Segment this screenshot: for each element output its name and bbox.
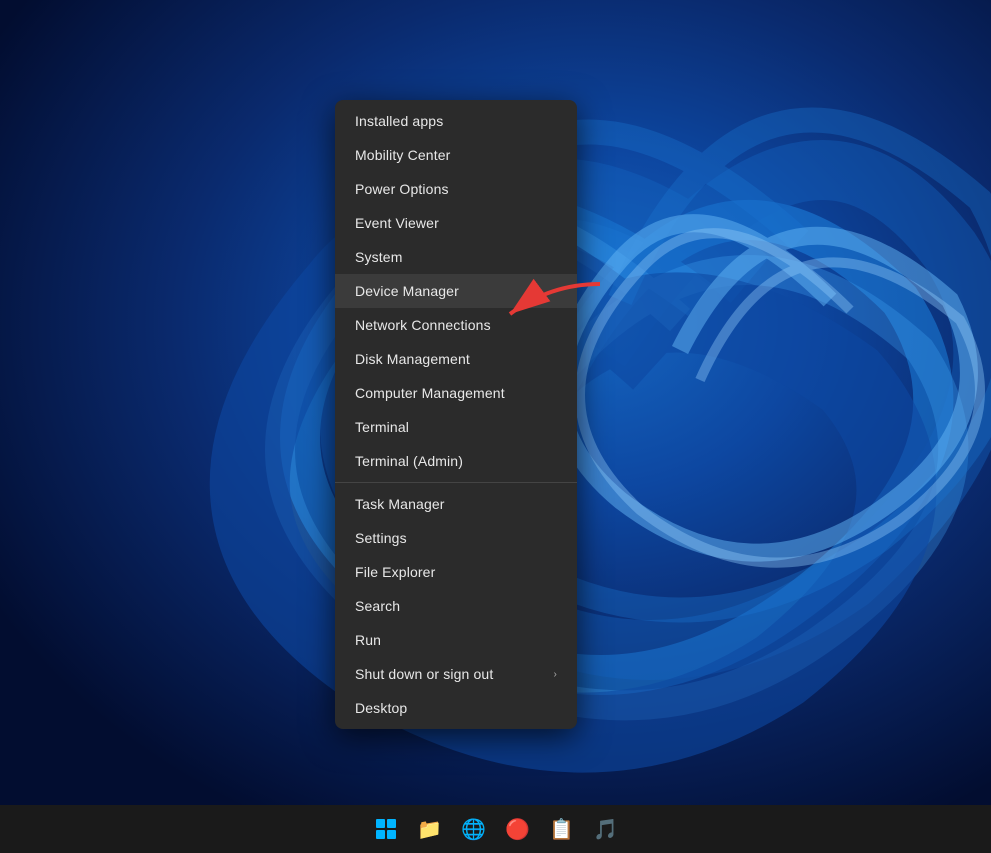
menu-item-label-file-explorer: File Explorer bbox=[355, 564, 435, 580]
menu-item-desktop[interactable]: Desktop bbox=[335, 691, 577, 725]
menu-item-label-device-manager: Device Manager bbox=[355, 283, 459, 299]
menu-item-label-computer-management: Computer Management bbox=[355, 385, 505, 401]
menu-item-label-system: System bbox=[355, 249, 403, 265]
menu-item-label-shut-down: Shut down or sign out bbox=[355, 666, 493, 682]
menu-item-terminal[interactable]: Terminal bbox=[335, 410, 577, 444]
teams-icon[interactable]: 📋 bbox=[544, 811, 580, 847]
chevron-right-icon: › bbox=[554, 669, 557, 680]
spotify-icon[interactable]: 🎵 bbox=[588, 811, 624, 847]
menu-item-label-disk-management: Disk Management bbox=[355, 351, 470, 367]
menu-item-network-connections[interactable]: Network Connections bbox=[335, 308, 577, 342]
windows-logo-icon bbox=[376, 819, 396, 839]
chrome-icon[interactable]: 🌐 bbox=[456, 811, 492, 847]
menu-item-label-installed-apps: Installed apps bbox=[355, 113, 443, 129]
taskbar: 📁🌐🔴📋🎵 bbox=[0, 805, 991, 853]
menu-item-settings[interactable]: Settings bbox=[335, 521, 577, 555]
menu-item-label-power-options: Power Options bbox=[355, 181, 449, 197]
menu-item-label-task-manager: Task Manager bbox=[355, 496, 445, 512]
menu-item-power-options[interactable]: Power Options bbox=[335, 172, 577, 206]
menu-item-shut-down[interactable]: Shut down or sign out › bbox=[335, 657, 577, 691]
menu-item-installed-apps[interactable]: Installed apps bbox=[335, 104, 577, 138]
context-menu: Installed apps Mobility Center Power Optio… bbox=[335, 100, 577, 729]
menu-item-run[interactable]: Run bbox=[335, 623, 577, 657]
menu-item-terminal-admin[interactable]: Terminal (Admin) bbox=[335, 444, 577, 478]
menu-item-label-terminal-admin: Terminal (Admin) bbox=[355, 453, 463, 469]
menu-item-label-mobility-center: Mobility Center bbox=[355, 147, 450, 163]
menu-separator bbox=[335, 482, 577, 483]
menu-item-device-manager[interactable]: Device Manager bbox=[335, 274, 577, 308]
menu-item-computer-management[interactable]: Computer Management bbox=[335, 376, 577, 410]
menu-item-disk-management[interactable]: Disk Management bbox=[335, 342, 577, 376]
menu-item-label-settings: Settings bbox=[355, 530, 407, 546]
menu-item-event-viewer[interactable]: Event Viewer bbox=[335, 206, 577, 240]
menu-item-label-terminal: Terminal bbox=[355, 419, 409, 435]
security-icon[interactable]: 🔴 bbox=[500, 811, 536, 847]
menu-item-label-desktop: Desktop bbox=[355, 700, 407, 716]
folder-icon[interactable]: 📁 bbox=[412, 811, 448, 847]
taskbar-icon-start[interactable] bbox=[368, 811, 404, 847]
menu-item-label-network-connections: Network Connections bbox=[355, 317, 491, 333]
menu-item-label-search: Search bbox=[355, 598, 400, 614]
menu-item-mobility-center[interactable]: Mobility Center bbox=[335, 138, 577, 172]
menu-item-label-event-viewer: Event Viewer bbox=[355, 215, 439, 231]
menu-item-task-manager[interactable]: Task Manager bbox=[335, 487, 577, 521]
menu-item-label-run: Run bbox=[355, 632, 381, 648]
menu-item-system[interactable]: System bbox=[335, 240, 577, 274]
menu-item-file-explorer[interactable]: File Explorer bbox=[335, 555, 577, 589]
menu-item-search[interactable]: Search bbox=[335, 589, 577, 623]
